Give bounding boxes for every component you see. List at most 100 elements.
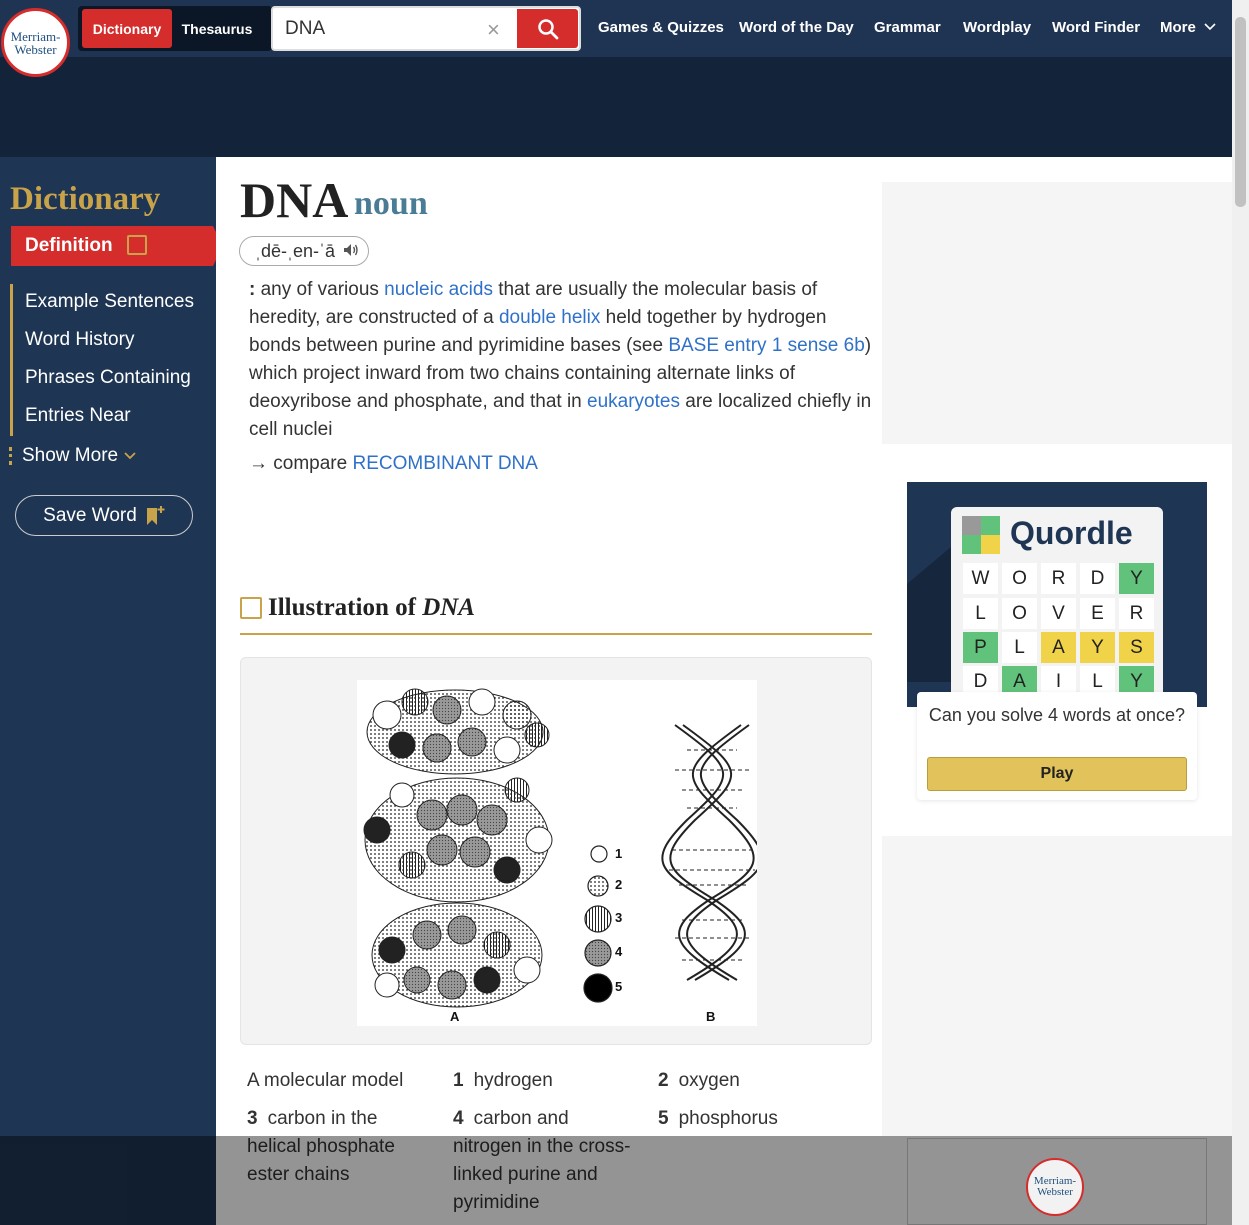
label-b: B <box>706 1009 716 1024</box>
space-filling-model <box>363 688 553 1008</box>
dna-illustration[interactable]: A B 1 2 3 4 5 <box>357 680 763 1026</box>
legend-number: 1 <box>453 1070 464 1091</box>
link-eukaryotes[interactable]: eukaryotes <box>587 391 680 412</box>
logo-line2: Webster <box>1037 1186 1073 1198</box>
ad-slot-top <box>882 182 1232 444</box>
nav-word-of-the-day[interactable]: Word of the Day <box>739 19 854 36</box>
save-word-label: Save Word <box>43 504 137 526</box>
quordle-question: Can you solve 4 words at once? <box>928 705 1186 725</box>
sidebar-item-word-history[interactable]: Word History <box>25 329 134 351</box>
sidebar: Dictionary Definition Example Sentences … <box>0 157 223 1225</box>
merriam-webster-logo[interactable]: Merriam- Webster <box>1 8 70 77</box>
letter-tile: S <box>1119 632 1154 663</box>
headword: DNA <box>240 172 349 228</box>
tab-dictionary[interactable]: Dictionary <box>82 9 172 48</box>
def-text-1: any of various <box>255 279 385 300</box>
save-word-button[interactable]: Save Word <box>15 495 193 536</box>
nav-wordplay[interactable]: Wordplay <box>963 19 1031 36</box>
tab-thesaurus[interactable]: Thesaurus <box>176 9 258 48</box>
nav-more[interactable]: More <box>1160 19 1217 36</box>
clear-search-icon[interactable]: × <box>487 17 500 43</box>
legend-item: A molecular model <box>247 1067 427 1095</box>
nav-games-quizzes[interactable]: Games & Quizzes <box>598 19 724 36</box>
sidebar-item-example-sentences[interactable]: Example Sentences <box>25 291 194 313</box>
quordle-cta-panel: Can you solve 4 words at once? Play <box>917 692 1197 800</box>
definition-text: : any of various nucleic acids that are … <box>249 276 879 444</box>
base-pair-rungs <box>669 749 755 961</box>
link-double-helix[interactable]: double helix <box>499 307 600 328</box>
letter-tile: O <box>1002 598 1037 629</box>
link-recombinant-dna[interactable]: RECOMBINANT DNA <box>352 453 537 474</box>
quordle-title: Quordle <box>1010 515 1133 551</box>
illustration-frame: A B 1 2 3 4 5 <box>240 657 872 1045</box>
double-helix-diagram <box>661 724 763 981</box>
logo-line1: Merriam- <box>10 28 61 44</box>
letter-tile: R <box>1041 563 1076 594</box>
quordle-row: L O V E R <box>963 598 1154 629</box>
legend-number: 5 <box>658 1108 669 1129</box>
scrollbar[interactable] <box>1232 0 1249 1225</box>
key-number: 3 <box>615 910 623 925</box>
search-input[interactable] <box>285 17 495 41</box>
illustration-heading: Illustration of DNA <box>268 594 475 622</box>
link-base-entry[interactable]: BASE entry 1 sense 6b <box>668 335 864 356</box>
play-button[interactable]: Play <box>927 757 1187 791</box>
legend-item: 1 hydrogen <box>453 1067 633 1095</box>
divider <box>240 633 872 635</box>
sidebar-item-label: Definition <box>25 235 113 256</box>
dotted-rail <box>9 447 12 465</box>
search-mode-tabs: Dictionary Thesaurus <box>78 6 272 51</box>
legend-text: phosphorus <box>678 1108 778 1129</box>
chevron-down-icon <box>1204 23 1216 31</box>
legend-text: hydrogen <box>473 1070 553 1091</box>
letter-tile: P <box>963 632 998 663</box>
key-number: 2 <box>615 877 623 892</box>
legend-text: oxygen <box>678 1070 740 1091</box>
pronunciation-text: ˌdē-ˌen-ˈā <box>255 241 336 261</box>
pronunciation-button[interactable]: ˌdē-ˌen-ˈā <box>239 236 369 266</box>
definition-icon <box>127 235 147 255</box>
dna-diagram <box>363 688 763 1008</box>
sidebar-item-entries-near[interactable]: Entries Near <box>25 405 131 427</box>
quordle-row: W O R D Y <box>963 563 1154 594</box>
quordle-row: P L A Y S <box>963 632 1154 663</box>
search-box: × <box>271 6 581 51</box>
promo-shadow <box>907 542 957 682</box>
letter-tile: L <box>963 598 998 629</box>
label-a: A <box>450 1009 460 1024</box>
compare-prefix: → compare <box>249 453 353 474</box>
show-more-button[interactable]: Show More <box>9 445 137 467</box>
legend-item: 5 phosphorus <box>658 1105 838 1133</box>
illustration-heading-word: DNA <box>422 594 475 621</box>
sidebar-item-phrases-containing[interactable]: Phrases Containing <box>25 367 191 389</box>
scrollbar-thumb[interactable] <box>1235 17 1246 207</box>
chevron-down-icon <box>124 452 137 460</box>
search-button[interactable] <box>517 9 578 48</box>
letter-tile: R <box>1119 598 1154 629</box>
key-number: 5 <box>615 979 623 994</box>
legend-number: 3 <box>247 1108 258 1129</box>
legend-text: A molecular model <box>247 1070 404 1091</box>
sidebar-rail <box>10 284 13 436</box>
key-number: 4 <box>615 944 623 959</box>
sidebar-title: Dictionary <box>10 181 161 217</box>
quordle-card: Quordle W O R D Y L O V E R P L A Y S D … <box>951 507 1163 707</box>
key-number: 1 <box>615 846 623 861</box>
nav-grammar[interactable]: Grammar <box>874 19 941 36</box>
letter-tile: Y <box>1080 632 1115 663</box>
letter-tile: O <box>1002 563 1037 594</box>
letter-tile: V <box>1041 598 1076 629</box>
show-more-label: Show More <box>22 445 119 466</box>
quordle-promo[interactable]: Quordle W O R D Y L O V E R P L A Y S D … <box>907 482 1207 707</box>
link-nucleic-acids[interactable]: nucleic acids <box>384 279 493 300</box>
nav-word-finder[interactable]: Word Finder <box>1052 19 1140 36</box>
letter-tile: W <box>963 563 998 594</box>
illustration-icon <box>240 597 262 619</box>
sidebar-item-definition[interactable]: Definition <box>11 226 223 266</box>
quordle-logo-icon <box>962 516 1000 554</box>
letter-tile: Y <box>1119 563 1154 594</box>
merriam-webster-logo-small: Merriam- Webster <box>1026 1158 1084 1216</box>
logo-line2: Webster <box>14 41 57 57</box>
part-of-speech[interactable]: noun <box>354 185 428 223</box>
illustration-heading-prefix: Illustration of <box>268 594 423 621</box>
